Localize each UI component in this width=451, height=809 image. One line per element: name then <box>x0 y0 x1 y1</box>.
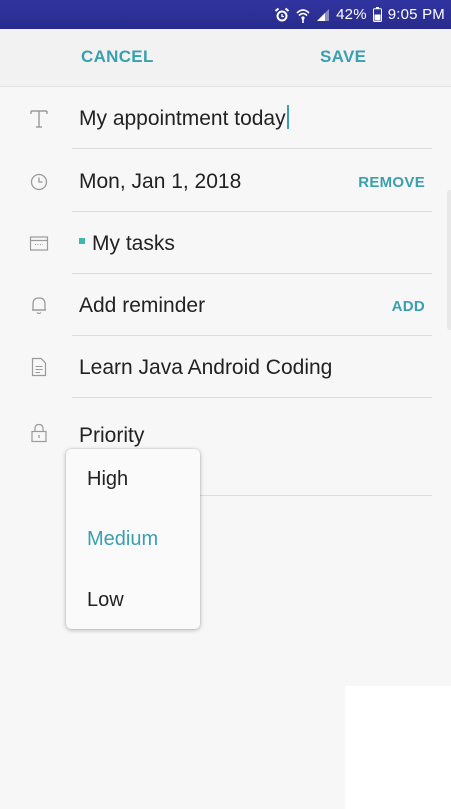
date-row[interactable]: Mon, Jan 1, 2018 REMOVE <box>0 150 451 212</box>
text-cursor <box>286 105 289 130</box>
priority-option-low[interactable]: Low <box>87 589 124 612</box>
divider <box>200 495 432 496</box>
overlay-panel <box>345 686 451 809</box>
priority-dropdown: High Medium Low <box>66 449 200 629</box>
scroll-indicator <box>447 190 451 330</box>
divider <box>72 397 432 398</box>
battery-icon <box>372 7 382 22</box>
alarm-icon <box>274 7 290 23</box>
lock-icon <box>28 422 50 444</box>
notes-value[interactable]: Learn Java Android Coding <box>79 356 332 380</box>
priority-label[interactable]: Priority <box>79 424 144 448</box>
task-list-value[interactable]: My tasks <box>79 232 175 256</box>
priority-option-high[interactable]: High <box>87 468 128 491</box>
notes-row[interactable]: Learn Java Android Coding <box>0 336 451 398</box>
add-reminder-button[interactable]: ADD <box>392 298 425 315</box>
bell-icon <box>28 294 50 316</box>
battery-percent: 42% <box>336 6 367 23</box>
action-bar: CANCEL SAVE <box>0 29 451 87</box>
calendar-icon <box>28 232 50 254</box>
task-list-name: My tasks <box>92 232 175 255</box>
priority-option-medium[interactable]: Medium <box>87 528 158 551</box>
reminder-label[interactable]: Add reminder <box>79 294 205 318</box>
wifi-icon <box>296 7 310 23</box>
signal-icon <box>316 8 330 22</box>
title-row[interactable]: My appointment today <box>0 87 451 149</box>
divider <box>72 148 432 149</box>
text-t-icon <box>28 107 50 129</box>
document-icon <box>28 356 50 378</box>
title-input[interactable]: My appointment today <box>79 105 289 131</box>
cancel-button[interactable]: CANCEL <box>81 47 154 67</box>
clock-icon <box>28 171 50 193</box>
remove-date-button[interactable]: REMOVE <box>358 174 425 191</box>
task-color-dot <box>79 238 85 245</box>
title-input-value: My appointment today <box>79 107 286 130</box>
reminder-row[interactable]: Add reminder ADD <box>0 274 451 336</box>
save-button[interactable]: SAVE <box>320 47 366 67</box>
task-list-row[interactable]: My tasks <box>0 212 451 274</box>
status-bar: 42% 9:05 PM <box>0 0 451 29</box>
clock-time: 9:05 PM <box>387 6 445 23</box>
date-value[interactable]: Mon, Jan 1, 2018 <box>79 170 241 194</box>
